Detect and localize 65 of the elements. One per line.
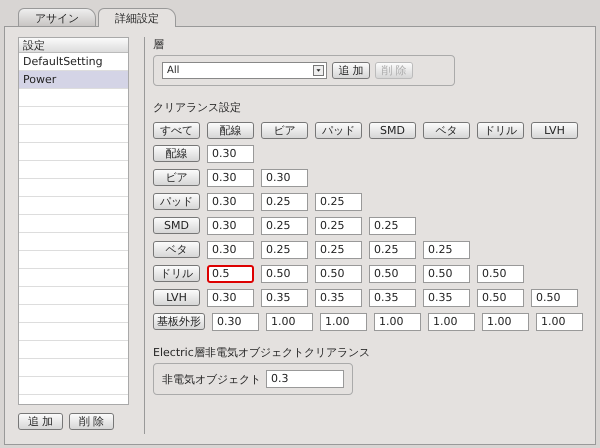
clearance-label: クリアランス設定 xyxy=(153,100,242,115)
clearance-field[interactable]: 0.50 xyxy=(531,289,578,307)
clearance-field[interactable]: 0.50 xyxy=(477,289,524,307)
clearance-field[interactable]: 0.50 xyxy=(423,265,470,283)
column-button[interactable]: LVH xyxy=(531,122,578,139)
clearance-field[interactable]: 1.00 xyxy=(482,313,529,331)
clearance-field[interactable]: 0.30 xyxy=(261,169,308,187)
clearance-field[interactable]: 1.00 xyxy=(320,313,367,331)
clearance-field[interactable]: 0.3 xyxy=(266,370,344,388)
clearance-field[interactable]: 1.00 xyxy=(536,313,583,331)
column-button[interactable]: SMD xyxy=(369,122,416,139)
add-button[interactable]: 追 加 xyxy=(18,413,63,430)
clearance-field[interactable]: 1.00 xyxy=(374,313,421,331)
clearance-field[interactable]: 0.30 xyxy=(207,289,254,307)
layer-dropdown[interactable]: All xyxy=(162,62,327,79)
clearance-field[interactable]: 0.50 xyxy=(261,265,308,283)
clearance-field[interactable]: 0.35 xyxy=(315,289,362,307)
clearance-field[interactable]: 0.25 xyxy=(315,217,362,235)
clearance-field[interactable]: 0.25 xyxy=(423,241,470,259)
clearance-field[interactable]: 0.50 xyxy=(315,265,362,283)
delete-button[interactable]: 削 除 xyxy=(69,413,114,430)
row-button[interactable]: 配線 xyxy=(153,145,200,162)
row-button[interactable]: LVH xyxy=(153,289,200,306)
clearance-field[interactable]: 0.35 xyxy=(261,289,308,307)
row-button[interactable]: SMD xyxy=(153,217,200,234)
caret-icon xyxy=(313,65,324,76)
tab[interactable]: 詳細設定 xyxy=(98,8,176,27)
column-button[interactable]: ドリル xyxy=(477,122,524,139)
clearance-field[interactable]: 0.35 xyxy=(369,289,416,307)
clearance-field[interactable]: 0.25 xyxy=(315,193,362,211)
clearance-field[interactable]: 0.30 xyxy=(207,217,254,235)
clearance-field[interactable]: 0.25 xyxy=(261,241,308,259)
clearance-field[interactable]: 0.25 xyxy=(261,193,308,211)
non-electric-label: Electric層非電気オブジェクトクリアランス xyxy=(153,345,371,360)
clearance-field[interactable]: 0.25 xyxy=(261,217,308,235)
field-label: 非電気オブジェクト xyxy=(162,372,261,386)
column-button[interactable]: ビア xyxy=(261,122,308,139)
row-button[interactable]: ベタ xyxy=(153,241,200,258)
column-button[interactable]: ベタ xyxy=(423,122,470,139)
clearance-field[interactable]: 0.5 xyxy=(207,265,254,283)
clearance-field[interactable]: 0.50 xyxy=(369,265,416,283)
column-button[interactable]: すべて xyxy=(153,122,200,139)
clearance-field[interactable]: 0.30 xyxy=(207,145,254,163)
row-button[interactable]: ドリル xyxy=(153,265,200,282)
clearance-field[interactable]: 0.30 xyxy=(207,193,254,211)
clearance-field[interactable]: 0.30 xyxy=(212,313,259,331)
clearance-field[interactable]: 0.25 xyxy=(369,217,416,235)
clearance-field[interactable]: 0.30 xyxy=(207,241,254,259)
clearance-field[interactable]: 0.50 xyxy=(477,265,524,283)
row-button[interactable]: ビア xyxy=(153,169,200,186)
column-button[interactable]: パッド xyxy=(315,122,362,139)
add-button[interactable]: 追 加 xyxy=(332,62,370,79)
column-button[interactable]: 配線 xyxy=(207,122,254,139)
clearance-field[interactable]: 0.25 xyxy=(369,241,416,259)
clearance-field[interactable]: 1.00 xyxy=(266,313,313,331)
clearance-field[interactable]: 1.00 xyxy=(428,313,475,331)
layer-label: 層 xyxy=(153,37,165,52)
list-item[interactable]: Power xyxy=(19,71,128,89)
clearance-field[interactable]: 0.25 xyxy=(315,241,362,259)
clearance-field[interactable]: 0.30 xyxy=(207,169,254,187)
clearance-field[interactable]: 0.35 xyxy=(423,289,470,307)
row-button[interactable]: 基板外形 xyxy=(153,313,205,330)
row-button[interactable]: パッド xyxy=(153,193,200,210)
list-header: 設定 xyxy=(19,38,128,53)
tab[interactable]: アサイン xyxy=(18,8,96,26)
